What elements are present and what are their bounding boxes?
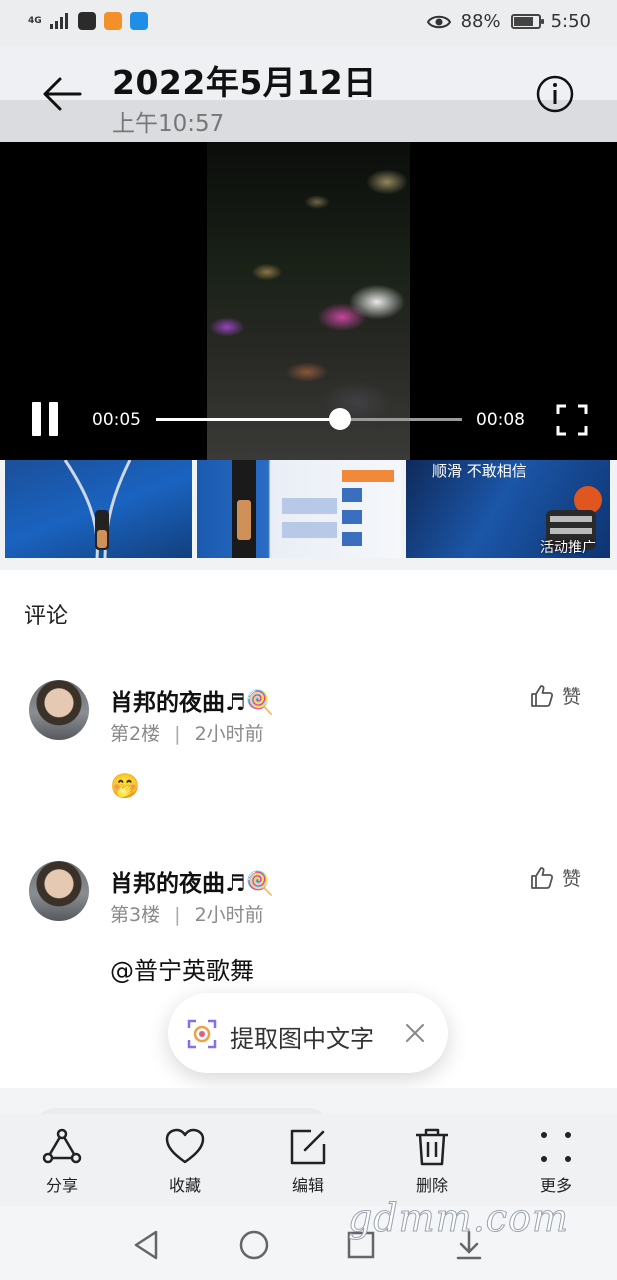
favorite-button[interactable]: 收藏 xyxy=(145,1126,225,1196)
thumbs-up-icon xyxy=(531,684,554,707)
like-button[interactable]: 赞 xyxy=(530,864,581,891)
edit-button[interactable]: 编辑 xyxy=(268,1126,348,1196)
extract-text-label[interactable]: 提取图中文字 xyxy=(230,1019,374,1054)
share-icon xyxy=(42,1128,82,1164)
favorite-label: 收藏 xyxy=(168,1176,201,1195)
comment-time: 2小时前 xyxy=(194,723,264,745)
share-button[interactable]: 分享 xyxy=(22,1126,102,1196)
razor-illustration xyxy=(63,460,132,558)
like-button[interactable]: 赞 xyxy=(530,682,581,709)
battery-icon xyxy=(510,14,544,29)
info-circle-icon[interactable] xyxy=(535,74,575,114)
avatar[interactable] xyxy=(29,861,89,921)
status-left: 4G xyxy=(28,12,148,30)
video-app-notification-icon xyxy=(103,12,122,30)
clock: 5:50 xyxy=(550,11,591,32)
comment-body: @普宁英歌舞 xyxy=(110,957,254,985)
ad-image-3[interactable]: 顺滑 不敢相信 活动推广 xyxy=(406,460,610,558)
battery-percent: 88% xyxy=(460,11,501,32)
page-title: 2022年5月12日 xyxy=(112,63,377,102)
edit-label: 编辑 xyxy=(291,1176,324,1195)
edit-icon xyxy=(290,1129,326,1165)
video-frame xyxy=(207,142,410,460)
like-label: 赞 xyxy=(562,868,582,890)
comment-body: 🤭 xyxy=(110,772,140,800)
eye-icon xyxy=(426,15,451,28)
comment-author[interactable]: 肖邦的夜曲♬🍭 xyxy=(110,683,274,717)
fullscreen-icon[interactable] xyxy=(556,404,588,436)
comments-heading: 评论 xyxy=(24,604,69,629)
ad-3-caption: 顺滑 不敢相信 xyxy=(432,462,527,480)
video-total-time: 00:08 xyxy=(476,410,525,430)
status-right: 88% 5:50 xyxy=(426,11,591,32)
heart-icon xyxy=(165,1128,205,1164)
more-button[interactable]: 更多 xyxy=(516,1126,596,1196)
signal-indicator: 4G xyxy=(28,16,42,26)
app-notification-icon xyxy=(77,12,96,30)
text-extract-icon xyxy=(187,1019,217,1049)
share-label: 分享 xyxy=(45,1176,78,1195)
ad-image-2[interactable] xyxy=(197,460,401,558)
comment-author[interactable]: 肖邦的夜曲♬🍭 xyxy=(110,864,274,898)
meta-separator: | xyxy=(174,723,181,745)
delete-button[interactable]: 删除 xyxy=(392,1126,472,1196)
delete-label: 删除 xyxy=(415,1176,448,1195)
more-icon xyxy=(541,1132,571,1162)
nav-home-icon[interactable] xyxy=(237,1228,271,1262)
page-subtitle-time: 上午10:57 xyxy=(112,111,225,137)
video-progress-fill xyxy=(156,418,340,421)
avatar[interactable] xyxy=(29,680,89,740)
ad-image-1[interactable] xyxy=(5,460,192,558)
pause-icon[interactable] xyxy=(30,402,60,436)
comment-meta: 第3楼 | 2小时前 xyxy=(110,900,264,927)
video-progress-thumb[interactable] xyxy=(329,408,351,430)
cloud-app-notification-icon xyxy=(129,12,148,30)
trash-icon xyxy=(416,1128,448,1166)
meta-separator: | xyxy=(174,904,181,926)
watermark: gdmm.com xyxy=(348,1196,569,1241)
like-label: 赞 xyxy=(562,686,582,708)
razor-pack-illustration xyxy=(232,460,394,558)
signal-bars-icon xyxy=(49,13,68,29)
close-icon[interactable] xyxy=(404,1022,426,1044)
comment-meta: 第2楼 | 2小时前 xyxy=(110,719,264,746)
more-label: 更多 xyxy=(539,1176,572,1195)
thumbs-up-icon xyxy=(531,866,554,889)
arrow-left-icon[interactable] xyxy=(40,74,84,114)
comment-floor: 第3楼 xyxy=(110,904,161,926)
comment-time: 2小时前 xyxy=(194,904,264,926)
comment-floor: 第2楼 xyxy=(110,723,161,745)
header-band xyxy=(0,100,617,142)
video-current-time: 00:05 xyxy=(92,410,141,430)
ad-tag: 活动推广 xyxy=(540,540,596,556)
nav-back-icon[interactable] xyxy=(130,1228,164,1262)
